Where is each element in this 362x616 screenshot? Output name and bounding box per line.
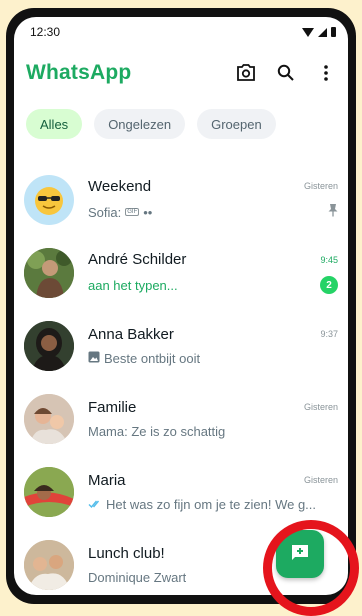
pin-icon — [328, 203, 338, 222]
chat-preview: Dominique Zwart — [88, 569, 187, 585]
chat-name: Familie — [88, 398, 137, 416]
chat-time: Gisteren — [303, 402, 338, 412]
gif-icon: GIF — [125, 208, 140, 216]
search-icon[interactable] — [274, 61, 298, 85]
status-time: 12:30 — [30, 25, 61, 39]
new-chat-icon — [290, 543, 310, 566]
avatar[interactable] — [24, 539, 74, 590]
chat-name: Anna Bakker — [88, 325, 174, 343]
avatar[interactable] — [24, 247, 74, 298]
chat-preview: Sofia: GIF •• — [88, 205, 152, 220]
chat-name: Maria — [88, 471, 126, 489]
filter-chips: Alles Ongelezen Groepen — [14, 99, 348, 147]
filter-chip-alles[interactable]: Alles — [26, 109, 83, 139]
more-options-icon[interactable] — [314, 61, 338, 85]
preview-text: Het was zo fijn om je te zien! We g... — [106, 496, 317, 512]
photo-icon — [88, 351, 100, 366]
chat-time: Gisteren — [303, 181, 338, 191]
chat-body: André Schilder 9:45 aan het typen... 2 — [88, 251, 338, 294]
chat-time: Gisteren — [303, 475, 338, 485]
wifi-icon — [302, 27, 314, 37]
chat-time: 9:45 — [320, 254, 338, 265]
chat-row-maria[interactable]: Maria Gisteren Het was zo fijn om je te … — [14, 455, 348, 528]
chat-row-andre-schilder[interactable]: André Schilder 9:45 aan het typen... 2 — [14, 236, 348, 309]
camera-icon[interactable] — [234, 61, 258, 85]
chat-body: Anna Bakker 9:37 Beste ontbijt ooit — [88, 326, 338, 366]
chat-body: Familie Gisteren Mama: Ze is zo schattig — [88, 399, 338, 439]
header-actions — [234, 61, 338, 85]
avatar[interactable] — [24, 466, 74, 517]
app-header: WhatsApp — [14, 47, 348, 99]
chat-name: Weekend — [88, 177, 152, 195]
chat-preview: Mama: Ze is zo schattig — [88, 423, 226, 439]
chat-preview: Beste ontbijt ooit — [88, 351, 200, 366]
avatar[interactable] — [24, 174, 74, 225]
preview-extra: •• — [143, 204, 153, 220]
filter-chip-ongelezen[interactable]: Ongelezen — [94, 109, 186, 139]
phone-frame: 12:30 WhatsApp Alles Ongelezen Groepen W… — [6, 8, 356, 604]
chat-name: Lunch club! — [88, 544, 165, 562]
chat-preview: aan het typen... — [88, 277, 178, 293]
chat-time: 9:37 — [320, 329, 338, 339]
signal-icon — [318, 27, 327, 37]
read-receipt-icon — [88, 497, 102, 512]
preview-text: Beste ontbijt ooit — [104, 350, 201, 366]
new-chat-button[interactable] — [276, 530, 324, 578]
avatar[interactable] — [24, 393, 74, 444]
app-title: WhatsApp — [26, 61, 132, 84]
battery-icon — [331, 27, 336, 37]
chat-row-weekend[interactable]: Weekend Gisteren Sofia: GIF •• — [14, 163, 348, 236]
unread-badge: 2 — [320, 276, 338, 294]
chat-row-familie[interactable]: Familie Gisteren Mama: Ze is zo schattig — [14, 382, 348, 455]
chat-preview: Het was zo fijn om je te zien! We g... — [88, 497, 316, 512]
chat-row-anna-bakker[interactable]: Anna Bakker 9:37 Beste ontbijt ooit — [14, 309, 348, 382]
preview-sender: Sofia: — [88, 204, 122, 220]
avatar[interactable] — [24, 320, 74, 371]
screen: 12:30 WhatsApp Alles Ongelezen Groepen W… — [14, 17, 348, 595]
filter-chip-groepen[interactable]: Groepen — [197, 109, 276, 139]
chat-name: André Schilder — [88, 251, 187, 268]
chat-body: Maria Gisteren Het was zo fijn om je te … — [88, 472, 338, 512]
chat-body: Weekend Gisteren Sofia: GIF •• — [88, 178, 338, 222]
status-icons — [302, 27, 336, 37]
status-bar: 12:30 — [14, 17, 348, 47]
